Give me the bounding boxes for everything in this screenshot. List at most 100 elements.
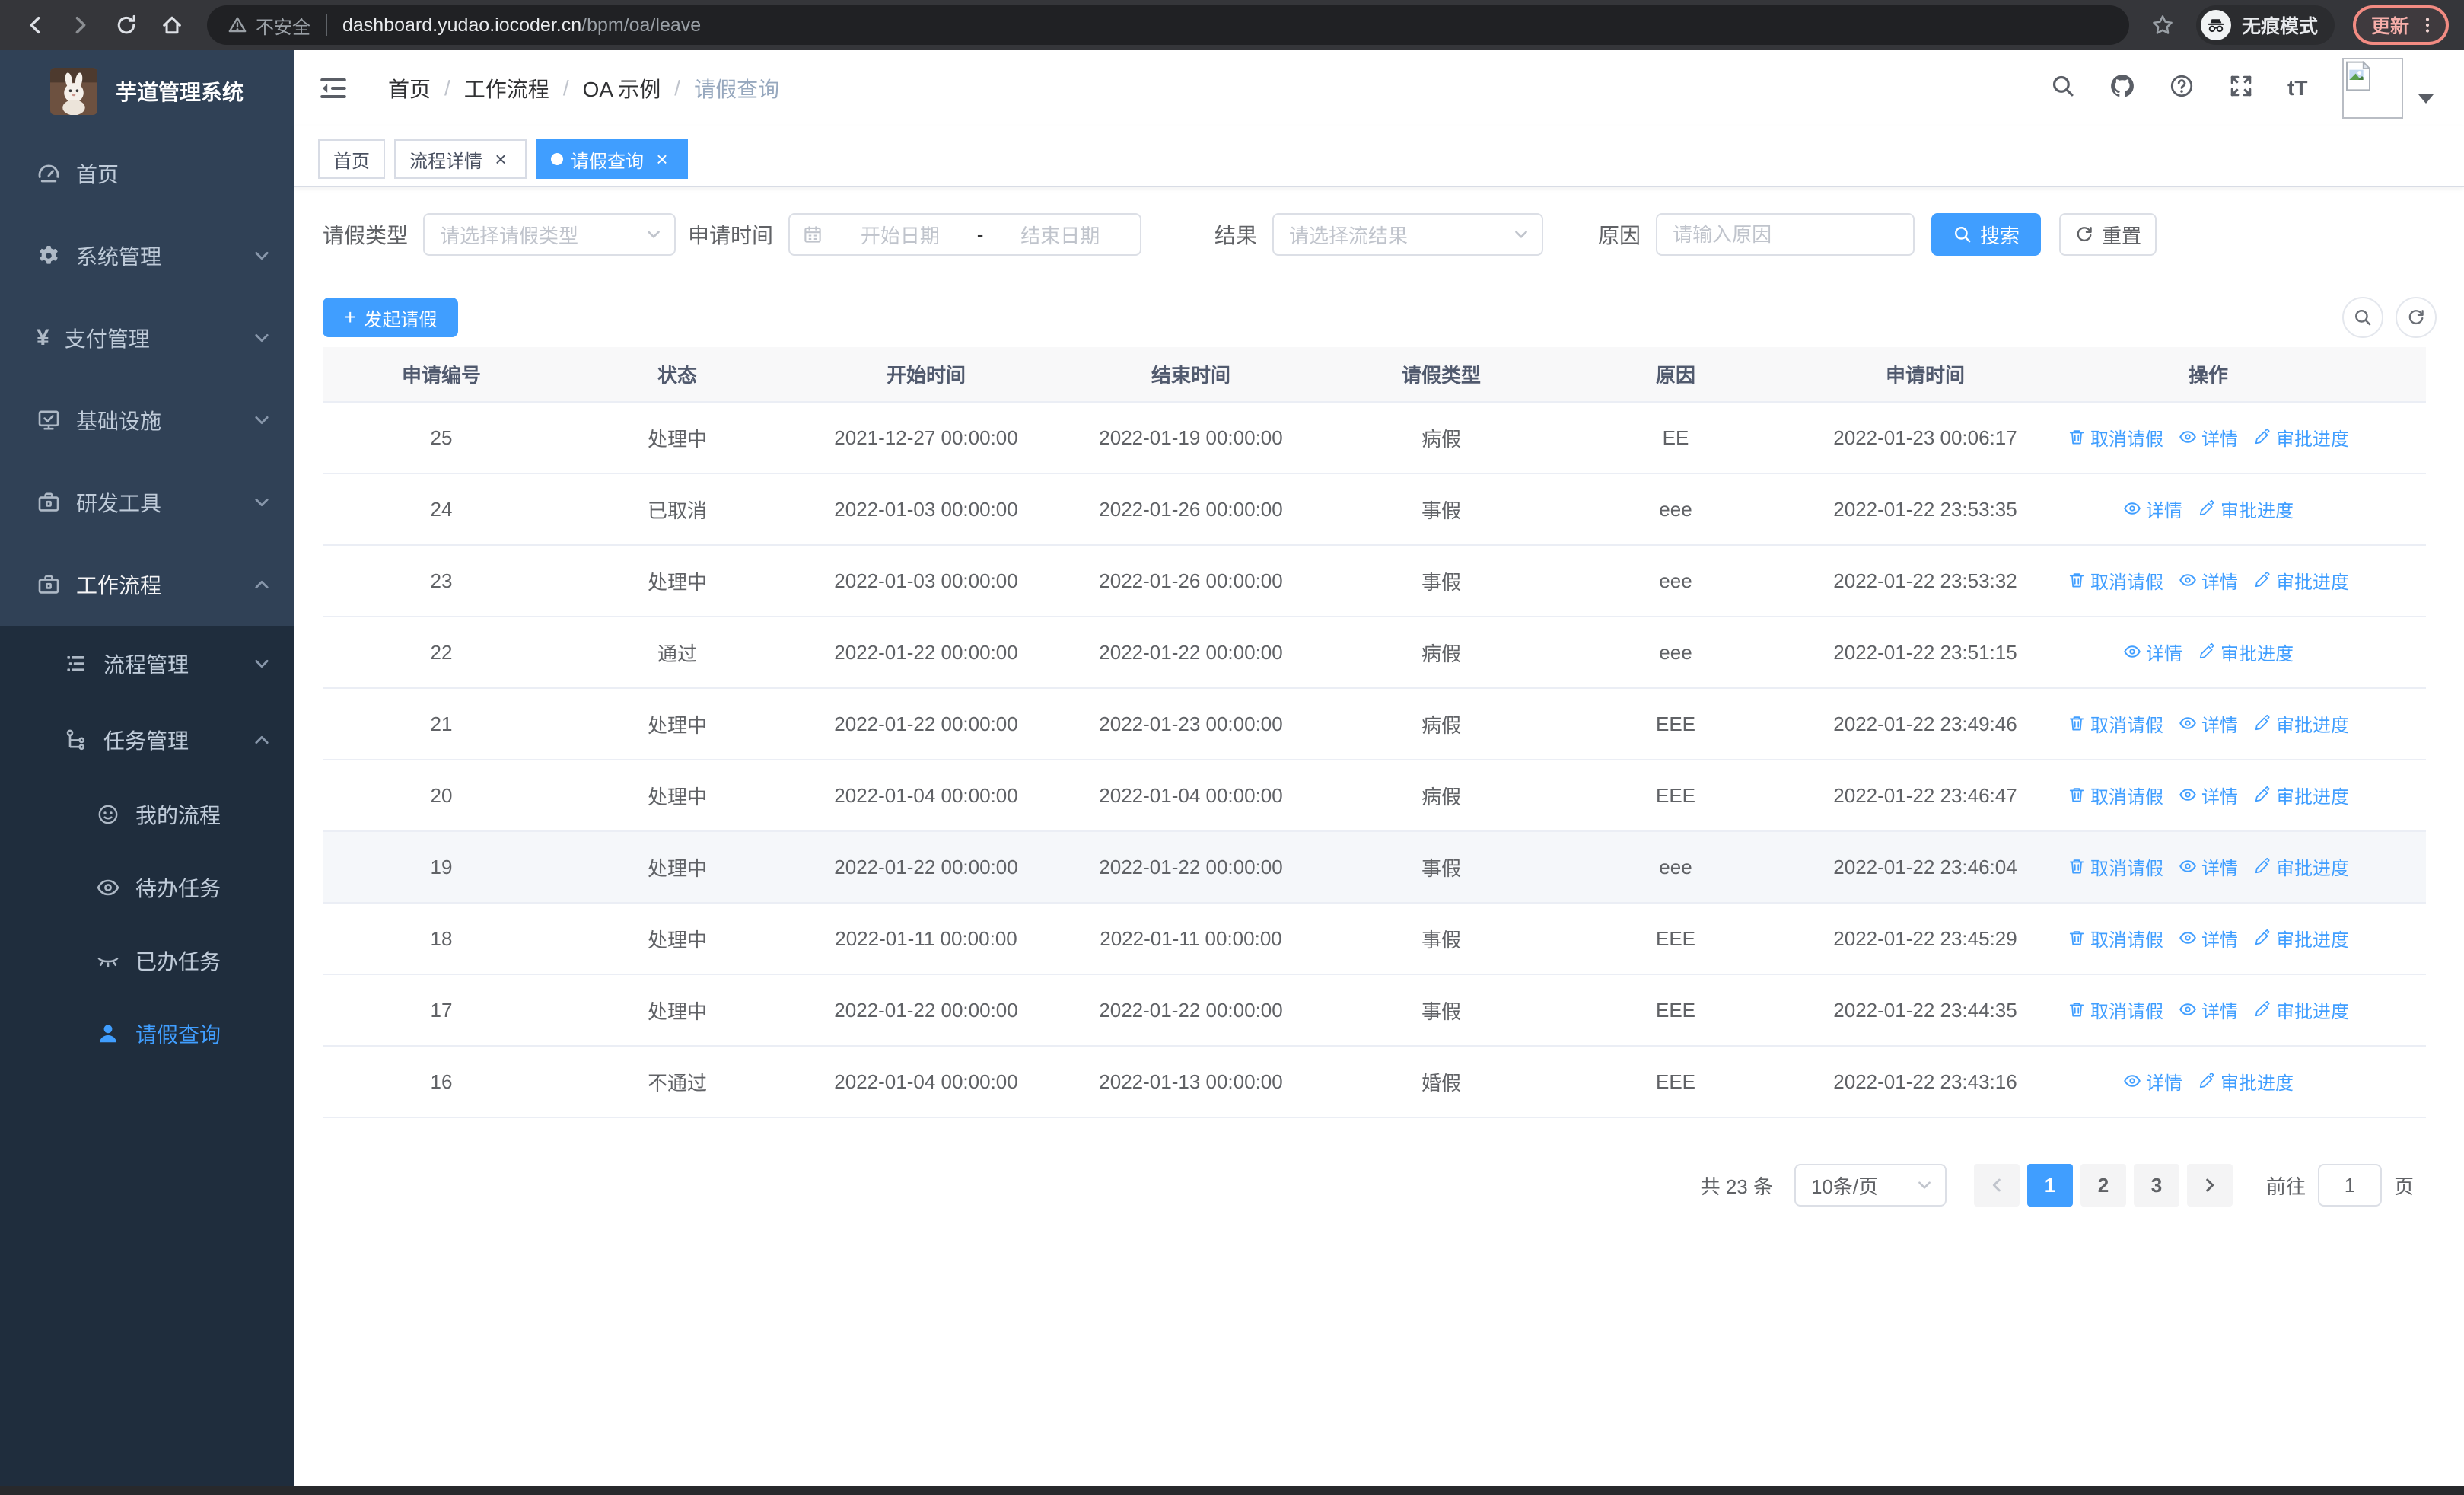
leave-type-select[interactable]: 请选择请假类型 [423,213,676,256]
github-icon[interactable] [2109,73,2140,104]
action-detail-link[interactable]: 详情 [2123,639,2182,665]
more-vert-icon[interactable] [2418,16,2437,34]
forward-icon[interactable] [61,5,100,45]
chevron-down-icon[interactable] [2418,94,2434,104]
bookmark-star-icon[interactable] [2144,7,2181,43]
action-detail-link[interactable]: 详情 [2179,567,2238,594]
action-detail-link[interactable]: 详情 [2123,496,2182,522]
sidebar-item-process-mgmt[interactable]: 流程管理 [0,626,294,702]
action-progress-link[interactable]: 审批进度 [2253,567,2349,594]
gear-icon [37,244,61,268]
browser-chrome: 不安全 dashboard.yudao.iocoder.cn/bpm/oa/le… [0,0,2464,50]
search-button[interactable]: 搜索 [1931,213,2042,256]
font-size-icon[interactable]: tT [2287,73,2318,104]
action-detail-link[interactable]: 详情 [2179,853,2238,880]
breadcrumb: 首页 / 工作流程 / OA 示例 / 请假查询 [388,73,779,104]
sidebar-item-workflow[interactable]: 工作流程 [0,543,294,626]
monitor-icon [37,408,61,432]
action-label: 详情 [2146,500,2182,521]
action-label: 详情 [2201,929,2238,951]
action-label: 详情 [2201,429,2238,450]
prev-page-button[interactable] [1973,1164,2020,1207]
action-detail-link[interactable]: 详情 [2179,996,2238,1023]
sidebar-item-my-process[interactable]: 我的流程 [0,778,294,851]
cell-start-time: 2022-01-11 00:00:00 [794,903,1058,975]
action-cancel-link[interactable]: 取消请假 [2068,710,2163,737]
address-bar[interactable]: 不安全 dashboard.yudao.iocoder.cn/bpm/oa/le… [207,5,2129,45]
page-size-select[interactable]: 10条/页 [1794,1164,1947,1207]
action-progress-link[interactable]: 审批进度 [2198,639,2294,665]
result-select[interactable]: 请选择流结果 [1272,213,1544,256]
action-cancel-link[interactable]: 取消请假 [2068,853,2163,880]
action-label: 详情 [2201,715,2238,736]
action-detail-link[interactable]: 详情 [2123,1068,2182,1095]
sidebar-item-infrastructure[interactable]: 基础设施 [0,379,294,461]
action-detail-link[interactable]: 详情 [2179,925,2238,952]
avatar[interactable] [2342,58,2403,119]
refresh-table-button[interactable] [2396,297,2437,338]
sidebar-item-done-tasks[interactable]: 已办任务 [0,924,294,997]
action-progress-link[interactable]: 审批进度 [2253,996,2349,1023]
search-icon[interactable] [2050,73,2080,104]
sidebar-item-home[interactable]: 首页 [0,132,294,215]
next-page-button[interactable] [2186,1164,2233,1207]
reset-button[interactable]: 重置 [2059,213,2157,256]
sidebar-fold-icon[interactable] [317,72,350,105]
show-search-button[interactable] [2342,297,2383,338]
reason-input[interactable] [1656,213,1915,256]
action-cancel-link[interactable]: 取消请假 [2068,567,2163,594]
sidebar-item-label: 已办任务 [135,950,221,974]
action-progress-link[interactable]: 审批进度 [2253,925,2349,952]
action-cancel-link[interactable]: 取消请假 [2068,424,2163,451]
action-progress-link[interactable]: 审批进度 [2253,710,2349,737]
page-button-2[interactable]: 2 [2080,1164,2126,1207]
sidebar-logo[interactable]: 芋道管理系统 [0,50,294,132]
page-button-1[interactable]: 1 [2026,1164,2073,1207]
date-start-placeholder: 开始日期 [860,224,940,247]
reload-icon[interactable] [107,5,146,45]
cell-end-time: 2022-01-11 00:00:00 [1058,903,1324,975]
question-icon[interactable] [2169,73,2199,104]
goto-page-input[interactable] [2317,1164,2382,1207]
update-button[interactable]: 更新 [2352,5,2449,45]
action-detail-link[interactable]: 详情 [2179,782,2238,808]
sidebar-item-dev-tools[interactable]: 研发工具 [0,461,294,543]
back-icon[interactable] [15,5,55,45]
tab-leave-query[interactable]: 请假查询 × [536,139,688,179]
eye-icon [2179,1000,2197,1018]
action-progress-link[interactable]: 审批进度 [2253,782,2349,808]
breadcrumb-item[interactable]: OA 示例 [583,73,661,104]
tab-home[interactable]: 首页 [318,139,385,179]
action-label: 审批进度 [2276,1001,2349,1022]
sidebar-item-todo-tasks[interactable]: 待办任务 [0,851,294,924]
close-tab-icon[interactable]: × [651,148,673,170]
action-detail-link[interactable]: 详情 [2179,710,2238,737]
action-progress-link[interactable]: 审批进度 [2198,496,2294,522]
breadcrumb-item[interactable]: 首页 [388,73,431,104]
action-progress-link[interactable]: 审批进度 [2198,1068,2294,1095]
create-leave-button[interactable]: + 发起请假 [323,298,459,337]
sidebar-item-label: 任务管理 [103,729,189,753]
cell-status: 处理中 [560,760,794,832]
sidebar-item-system-mgmt[interactable]: 系统管理 [0,215,294,297]
sidebar-item-task-mgmt[interactable]: 任务管理 [0,702,294,778]
table-row: 22 通过 2022-01-22 00:00:00 2022-01-22 00:00:… [323,617,2426,689]
breadcrumb-item[interactable]: 工作流程 [464,73,549,104]
action-cancel-link[interactable]: 取消请假 [2068,996,2163,1023]
fullscreen-icon[interactable] [2228,73,2259,104]
home-icon[interactable] [152,5,192,45]
chevron-down-icon [253,247,271,265]
action-detail-link[interactable]: 详情 [2179,424,2238,451]
page-button-3[interactable]: 3 [2133,1164,2179,1207]
action-cancel-link[interactable]: 取消请假 [2068,925,2163,952]
sidebar-item-leave-query[interactable]: 请假查询 [0,997,294,1070]
cell-reason: eee [1558,545,1793,617]
close-tab-icon[interactable]: × [490,148,511,170]
apply-time-range-picker[interactable]: 开始日期 - 结束日期 [788,213,1142,256]
sidebar-item-payment-mgmt[interactable]: ¥ 支付管理 [0,297,294,379]
action-progress-link[interactable]: 审批进度 [2253,424,2349,451]
action-cancel-link[interactable]: 取消请假 [2068,782,2163,808]
cell-status: 处理中 [560,974,794,1047]
action-progress-link[interactable]: 审批进度 [2253,853,2349,880]
tab-process-detail[interactable]: 流程详情 × [394,139,527,179]
